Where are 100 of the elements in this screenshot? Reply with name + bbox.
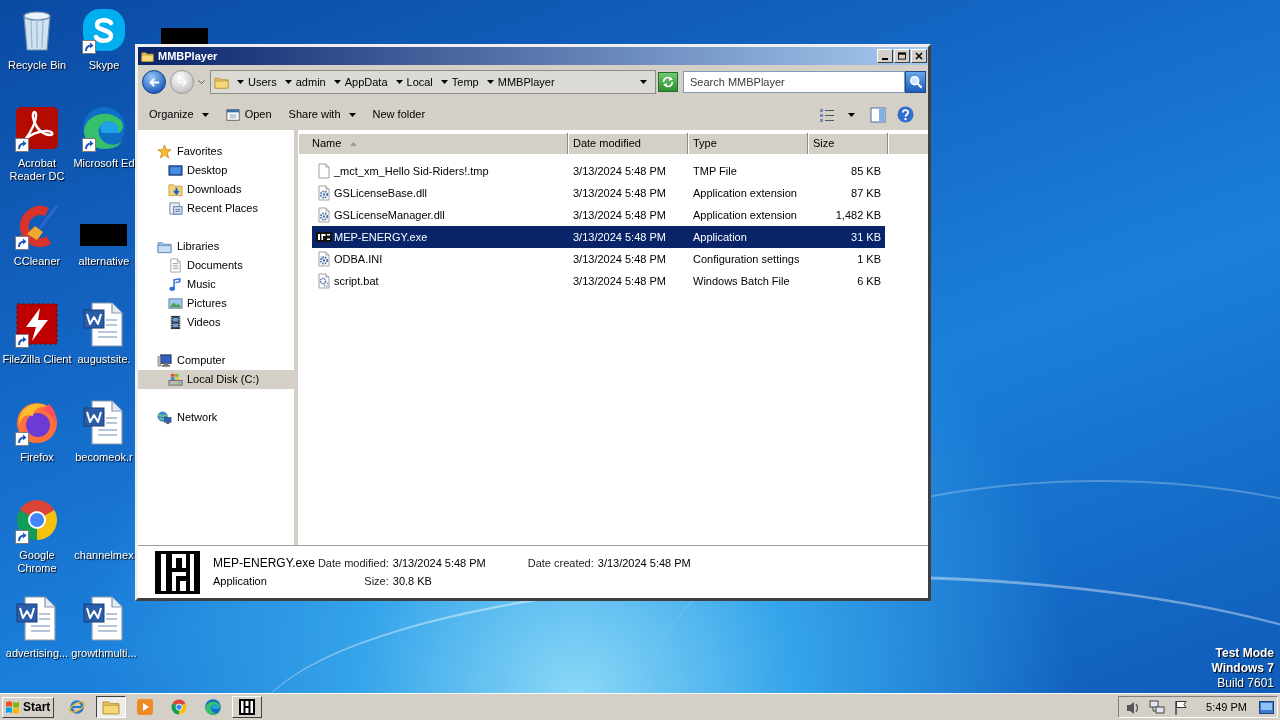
dropdown-menu-button[interactable]: Share with (282, 102, 362, 127)
column-header[interactable]: Size (808, 133, 888, 154)
view-list-icon[interactable] (819, 106, 835, 123)
file-row[interactable]: GSLicenseManager.dll 3/13/2024 5:48 PM Application extension 1,482 KB (312, 204, 885, 226)
help-icon[interactable] (897, 106, 914, 123)
download-folder-icon (168, 182, 183, 197)
preview-pane-icon[interactable] (870, 106, 886, 123)
caret-icon[interactable] (440, 80, 448, 84)
nav-item[interactable]: Pictures (138, 294, 294, 313)
file-row[interactable]: script.bat 3/13/2024 5:48 PM Windows Batch File 6 KB (312, 270, 885, 292)
caret-icon[interactable] (486, 80, 494, 84)
filezilla-icon[interactable] (13, 300, 61, 348)
taskbar-button[interactable] (96, 696, 126, 718)
file-type: Application extension (693, 207, 797, 223)
flag-icon[interactable] (1173, 699, 1190, 715)
nav-item[interactable]: Favorites (138, 142, 294, 161)
desktop-icon-label[interactable]: Google Chrome (0, 549, 74, 575)
desktop-icon-label[interactable]: FileZilla Client (2, 353, 72, 366)
nav-item[interactable]: Local Disk (C:) (138, 370, 294, 389)
modified-date: 3/13/2024 5:48 PM (573, 163, 666, 179)
file-size: 31 KB (851, 229, 881, 245)
file-size: 1 KB (857, 251, 881, 267)
file-row[interactable]: GSLicenseBase.dll 3/13/2024 5:48 PM Application extension 87 KB (312, 182, 885, 204)
desktop-icon-label[interactable]: becomeok.r (75, 451, 133, 464)
desktop-icon-label[interactable]: Recycle Bin (7, 59, 67, 72)
edge-icon (204, 698, 222, 716)
clock[interactable]: 5:49 PM (1206, 698, 1247, 716)
desktop-icon-label[interactable]: advertising... (5, 647, 69, 660)
desktop-icon-label[interactable]: augustsite. (77, 353, 131, 366)
nav-item[interactable]: Documents (138, 256, 294, 275)
open-button[interactable]: Open (219, 102, 278, 127)
modified-date: 3/13/2024 5:48 PM (573, 229, 666, 245)
breadcrumb-link[interactable]: Users (248, 75, 277, 89)
caret-icon (201, 112, 209, 117)
minimize-button[interactable] (877, 49, 893, 63)
desktop-icon-label[interactable]: Microsoft Ed (73, 157, 135, 170)
gear-file-icon (316, 185, 332, 201)
show-desktop-icon[interactable] (1259, 700, 1274, 714)
program-icon (155, 550, 200, 594)
nav-item[interactable]: Downloads (138, 180, 294, 199)
desktop-icon-label[interactable]: Firefox (20, 451, 54, 464)
program-icon (316, 229, 332, 245)
refresh-button[interactable] (658, 72, 678, 92)
chrome-icon (170, 698, 188, 716)
start-button[interactable]: Start (2, 696, 54, 718)
property-value: 30.8 KB (392, 574, 432, 589)
desktop-icon-label[interactable]: Skype (88, 59, 120, 72)
file-name: ODBA.INI (334, 251, 383, 267)
desktop-icon-label[interactable]: Acrobat Reader DC (0, 157, 74, 183)
caret-icon[interactable] (237, 80, 244, 84)
property-label: Size: (364, 574, 389, 589)
nav-item[interactable]: Recent Places (138, 199, 294, 218)
caret-icon[interactable] (640, 80, 647, 84)
maximize-button[interactable] (894, 49, 910, 63)
close-button[interactable] (911, 49, 927, 63)
edge-icon[interactable] (80, 104, 128, 152)
nav-item[interactable]: Videos (138, 313, 294, 332)
back-button[interactable] (142, 70, 166, 94)
picture-icon (168, 296, 183, 311)
breadcrumb-link[interactable]: MMBPlayer (497, 75, 555, 89)
caret-icon[interactable] (284, 80, 292, 84)
gear-file-icon (316, 207, 332, 223)
desktop-icon-label[interactable]: growthmulti... (71, 647, 137, 660)
address-bar[interactable]: Users admin AppData Local Temp MMBPlayer (210, 70, 656, 94)
file-row[interactable]: ODBA.INI 3/13/2024 5:48 PM Configuration settings 1 KB (312, 248, 885, 270)
nav-item[interactable]: Network (138, 408, 294, 427)
breadcrumb-link[interactable]: admin (295, 75, 326, 89)
property-value: 3/13/2024 5:48 PM (597, 556, 691, 571)
file-type: Windows Batch File (693, 273, 790, 289)
file-row[interactable]: _mct_xm_Hello Sid-Riders!.tmp 3/13/2024 5:48 PM TMP File 85 KB (312, 160, 885, 182)
file-type: Application (693, 229, 747, 245)
play-icon (136, 698, 154, 716)
caret-icon[interactable] (333, 80, 341, 84)
column-header[interactable]: Name (298, 133, 568, 154)
column-header[interactable]: Type (688, 133, 808, 154)
property-value: 3/13/2024 5:48 PM (392, 556, 486, 571)
browser-icon (68, 698, 86, 716)
system-notice-text: Windows 7 (1211, 661, 1274, 676)
dropdown-menu-button[interactable]: Organize (143, 102, 215, 127)
toolbar-button[interactable]: New folder (366, 102, 432, 127)
nav-item[interactable]: Libraries (138, 237, 294, 256)
acrobat-icon[interactable] (13, 104, 61, 152)
network-icon[interactable] (1149, 699, 1166, 715)
file-row[interactable]: MEP-ENERGY.exe 3/13/2024 5:48 PM Application 31 KB (312, 226, 885, 248)
desktop-icon-label[interactable]: alternative (78, 255, 130, 268)
breadcrumb-link[interactable]: Temp (451, 75, 479, 89)
breadcrumb-link[interactable]: AppData (344, 75, 388, 89)
modified-date: 3/13/2024 5:48 PM (573, 207, 666, 223)
search-button[interactable] (905, 71, 926, 93)
search-field[interactable]: Search MMBPlayer (683, 71, 905, 93)
column-header[interactable]: Date modified (568, 133, 688, 154)
caret-icon[interactable] (395, 80, 403, 84)
breadcrumb-link[interactable]: Local (406, 75, 433, 89)
desktop-icon-label[interactable]: channelmex (74, 549, 134, 562)
nav-item[interactable]: Desktop (138, 161, 294, 180)
nav-item[interactable]: Music (138, 275, 294, 294)
file-size: 87 KB (851, 185, 881, 201)
desktop-icon-label[interactable]: CCleaner (13, 255, 61, 268)
caret-icon[interactable] (848, 112, 855, 117)
nav-item[interactable]: Computer (138, 351, 294, 370)
